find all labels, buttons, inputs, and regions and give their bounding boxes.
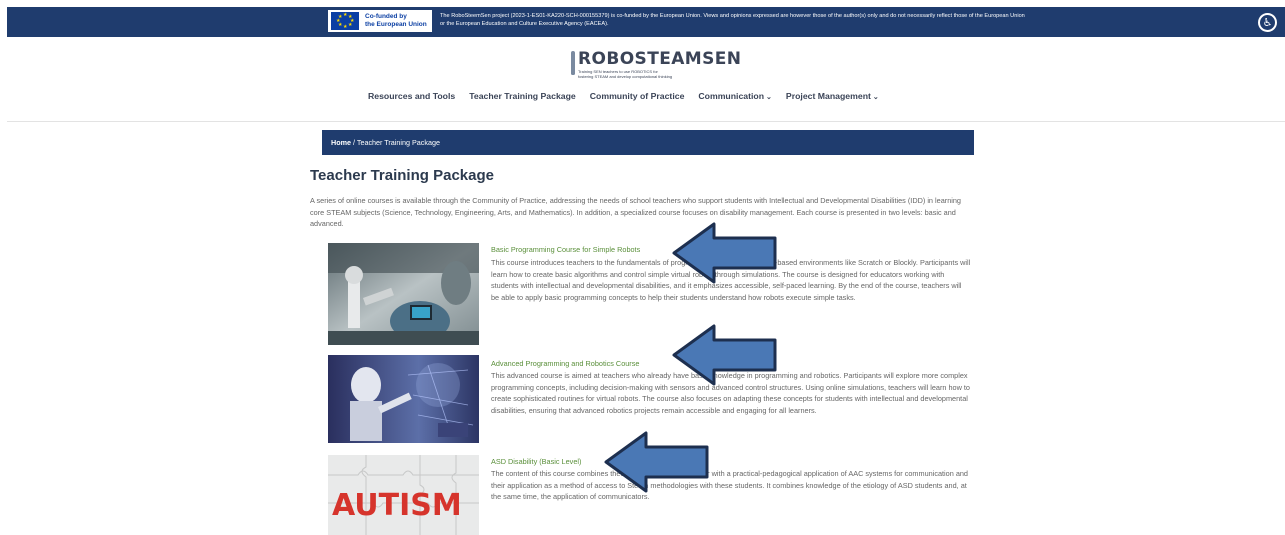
logo-tagline: Training SEN teachers to use ROBOTICS fo… [578,69,673,79]
breadcrumb-home-link[interactable]: Home [331,138,351,147]
course-title-link[interactable]: Advanced Programming and Robotics Course [491,359,639,368]
pointer-arrow-3-icon [604,431,709,493]
nav-label: Resources and Tools [368,91,456,101]
chevron-down-icon: ⌄ [872,94,879,101]
nav-resources-and-tools[interactable]: Resources and Tools [368,91,455,101]
page-intro: A series of online courses is available … [310,196,961,229]
nav-project-management[interactable]: Project Management ⌄ [786,91,879,101]
eu-funding-banner: ★ ★ ★ ★ ★ ★ ★ ★ Co-funded by the European Uni… [7,7,1285,37]
accessibility-button[interactable]: ♿ [1258,13,1277,32]
eu-logo-line1: Co-funded by [365,13,407,20]
course-title-link[interactable]: ASD Disability (Basic Level) [491,457,581,466]
nav-teacher-training-package[interactable]: Teacher Training Package [469,91,576,101]
pointer-arrow-1-icon [672,222,777,284]
nav-communication[interactable]: Communication ⌄ [698,91,772,101]
course-title-link[interactable]: Basic Programming Course for Simple Robo… [491,245,640,254]
course-thumbnail-autism-puzzle[interactable]: AUTISM [328,455,479,535]
accessibility-icon: ♿ [1260,15,1275,30]
header-divider [7,121,1285,122]
logo-title: ROBOSTEAMSEN [578,49,742,69]
robot-head-logo-icon [571,51,575,75]
nav-label: Project Management [785,91,871,101]
breadcrumb-current: Teacher Training Package [356,138,440,147]
main-navigation: Resources and Tools Teacher Training Pac… [368,91,893,101]
page-title: Teacher Training Package [310,167,494,184]
eu-logo-line2: the European Union [365,21,427,28]
eu-logo: ★ ★ ★ ★ ★ ★ ★ ★ Co-funded by the European Uni… [328,10,432,32]
course-description: The content of this course combines theo… [491,469,968,502]
nav-community-of-practice[interactable]: Community of Practice [590,91,685,101]
eu-disclaimer: The RoboSteemSen project (2023-1-ES01-KA… [440,13,1025,27]
course-thumbnail-robotics-lab[interactable] [328,243,479,345]
nav-label: Teacher Training Package [469,91,576,101]
site-logo[interactable]: ROBOSTEAMSEN Training SEN teachers to us… [571,51,741,81]
nav-label: Community of Practice [589,91,685,101]
chevron-down-icon: ⌄ [766,94,772,101]
eu-flag-icon: ★ ★ ★ ★ ★ ★ ★ ★ [331,12,359,30]
pointer-arrow-2-icon [672,324,777,386]
breadcrumb: Home / Teacher Training Package [322,130,974,155]
autism-word: AUTISM [332,488,462,523]
course-thumbnail-ai-robot[interactable] [328,355,479,443]
nav-label: Communication [698,91,765,101]
